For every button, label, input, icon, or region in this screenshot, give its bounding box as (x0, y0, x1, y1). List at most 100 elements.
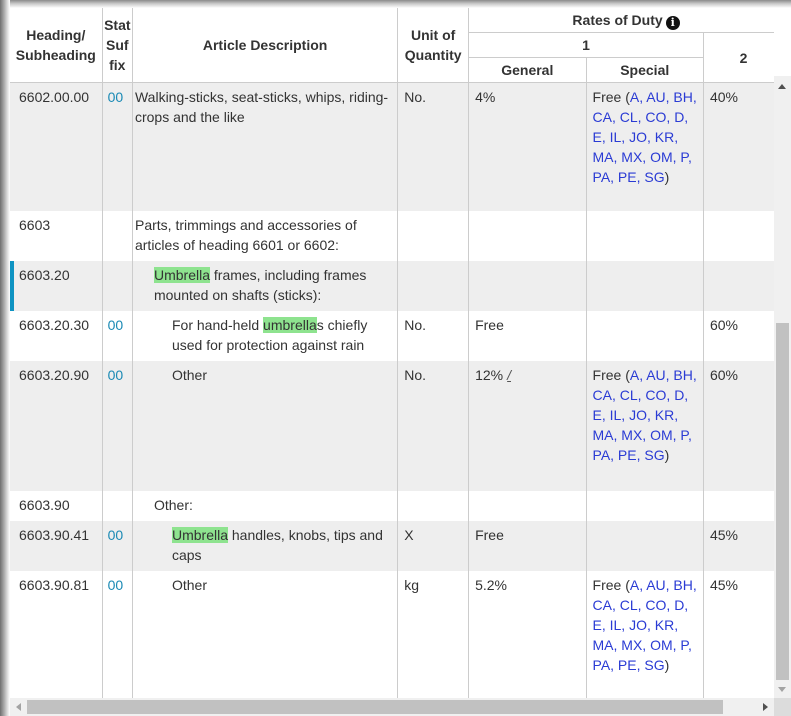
table-row[interactable]: 6603.90.41 00 Umbrella handles, knobs, t… (10, 520, 774, 571)
horizontal-scrollbar[interactable] (10, 698, 774, 716)
column-2-rate (703, 210, 774, 261)
tariff-table: Heading/ Subheading Stat Suf fix Article… (10, 8, 774, 698)
header-special: Special (586, 57, 704, 83)
rates-of-duty-label: Rates of Duty (572, 12, 663, 28)
footnote-link[interactable]: / (507, 367, 511, 383)
special-rate: Free (A, AU, BH, CA, CL, CO, D, E, IL, J… (586, 360, 704, 491)
table-row[interactable]: 6603.20.30 00 For hand-held umbrellas ch… (10, 310, 774, 361)
panel-shadow-left (0, 0, 10, 716)
unit-of-quantity: kg (397, 570, 470, 698)
heading-number[interactable]: 6603 (10, 210, 103, 261)
vertical-scrollbar[interactable] (774, 76, 791, 698)
special-rate-prefix: Free ( (592, 366, 630, 383)
special-rate (586, 310, 704, 361)
general-rate: 4% (468, 82, 587, 211)
general-rate: Free (468, 520, 587, 571)
heading-number[interactable]: 6603.90 (10, 490, 103, 521)
article-description: Parts, trimmings and accessories of arti… (132, 210, 399, 261)
general-rate: 5.2% (468, 570, 587, 698)
special-rate (586, 520, 704, 571)
heading-number[interactable]: 6603.20.90 (10, 360, 103, 491)
column-2-rate: 60% (703, 310, 774, 361)
special-rate-suffix: ) (664, 656, 670, 673)
general-rate-value: 12% (475, 366, 504, 383)
article-description: Other (132, 570, 399, 698)
description-text: Other (171, 576, 207, 593)
article-description: Other: (132, 490, 399, 521)
heading-number[interactable]: 6603.20.30 (10, 310, 103, 361)
article-description: Umbrella handles, knobs, tips and caps (132, 520, 399, 571)
table-body: 6602.00.00 00 Walking-sticks, seat-stick… (10, 82, 774, 698)
general-rate-value: Free (475, 316, 504, 333)
horizontal-scroll-thumb[interactable] (27, 700, 723, 714)
stat-suffix: 00 (102, 82, 133, 211)
table-header: Heading/ Subheading Stat Suf fix Article… (10, 8, 774, 83)
heading-number[interactable]: 6602.00.00 (10, 82, 103, 211)
general-rate-value: 4% (475, 89, 496, 105)
unit-of-quantity: X (397, 520, 470, 571)
general-rate: 12% / (468, 360, 587, 491)
scroll-down-arrow-icon[interactable] (778, 687, 786, 692)
scroll-up-arrow-icon[interactable] (778, 84, 786, 89)
unit-of-quantity: No. (397, 82, 470, 211)
search-highlight: umbrella (263, 316, 317, 333)
table-row[interactable]: 6603.20 Umbrella frames, including frame… (10, 260, 774, 311)
table-row[interactable]: 6603.90 Other: (10, 490, 774, 521)
table-row[interactable]: 6602.00.00 00 Walking-sticks, seat-stick… (10, 82, 774, 211)
unit-of-quantity (397, 260, 470, 311)
special-rate: Free (A, AU, BH, CA, CL, CO, D, E, IL, J… (586, 82, 704, 211)
header-article-description: Article Description (132, 8, 399, 83)
special-rate (586, 490, 704, 521)
unit-of-quantity: No. (397, 360, 470, 491)
description-text: Other: (153, 496, 193, 513)
scroll-left-arrow-icon[interactable] (16, 703, 21, 711)
panel-shadow-top (0, 0, 791, 8)
header-general: General (468, 57, 587, 83)
header-unit-of-quantity: Unit of Quantity (397, 8, 470, 83)
unit-of-quantity: No. (397, 310, 470, 361)
vertical-scroll-thumb[interactable] (776, 323, 789, 680)
general-rate-value: 5.2% (475, 576, 507, 593)
scrollbar-corner (774, 698, 791, 716)
stat-suffix: 00 (102, 520, 133, 571)
column-2-rate: 45% (703, 570, 774, 698)
search-highlight: Umbrella (153, 266, 210, 283)
general-rate (468, 490, 587, 521)
search-highlight: Umbrella (171, 526, 228, 543)
general-rate (468, 210, 587, 261)
info-icon[interactable]: i (665, 16, 680, 30)
special-rate-suffix: ) (664, 169, 670, 185)
heading-number[interactable]: 6603.20 (10, 260, 103, 311)
stat-suffix (102, 490, 133, 521)
header-heading-subheading: Heading/ Subheading (10, 8, 103, 83)
stat-suffix (102, 210, 133, 261)
table-row[interactable]: 6603.20.90 00 Other No. 12% / Free (A, AU… (10, 360, 774, 491)
description-text: Other (171, 366, 207, 383)
unit-of-quantity (397, 490, 470, 521)
special-rate (586, 260, 704, 311)
stat-suffix: 00 (102, 360, 133, 491)
header-stat-suffix: Stat Suf fix (102, 8, 133, 83)
general-rate (468, 260, 587, 311)
stat-suffix (102, 260, 133, 311)
header-column-1: 1 (468, 32, 704, 58)
general-rate: Free (468, 310, 587, 361)
stat-suffix: 00 (102, 310, 133, 361)
general-rate-value: Free (475, 526, 504, 543)
column-2-rate: 40% (703, 82, 774, 211)
description-text: For hand-held (171, 316, 264, 333)
table-row[interactable]: 6603.90.81 00 Other kg 5.2% Free (A, AU,… (10, 570, 774, 698)
column-2-rate: 45% (703, 520, 774, 571)
special-rate (586, 210, 704, 261)
table-row[interactable]: 6603 Parts, trimmings and accessories of… (10, 210, 774, 261)
heading-number[interactable]: 6603.90.81 (10, 570, 103, 698)
special-rate-prefix: Free ( (592, 576, 630, 593)
column-2-rate: 60% (703, 360, 774, 491)
heading-number[interactable]: 6603.90.41 (10, 520, 103, 571)
scroll-right-arrow-icon[interactable] (763, 703, 768, 711)
article-description: Walking-sticks, seat-sticks, whips, ridi… (132, 82, 399, 211)
article-description: For hand-held umbrellas chiefly used for… (132, 310, 399, 361)
header-column-2: 2 (703, 32, 774, 83)
article-description: Other (132, 360, 399, 491)
special-rate: Free (A, AU, BH, CA, CL, CO, D, E, IL, J… (586, 570, 704, 698)
